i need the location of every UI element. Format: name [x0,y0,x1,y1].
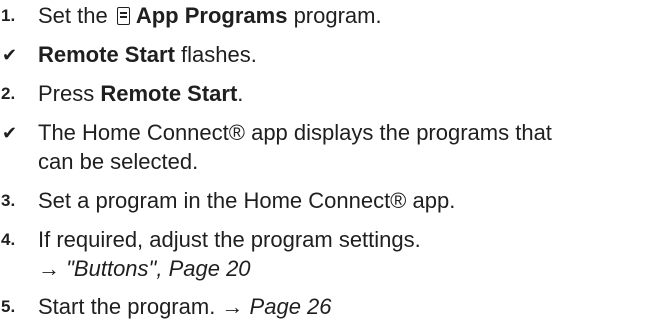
result-text-line-2: can be selected. [38,149,199,174]
step-number: 1. [1,6,16,25]
checkmark-icon: ✔ [2,123,18,143]
step-text: If required, adjust the program settings… [38,227,421,252]
step-number: 5. [1,297,16,316]
checkmark-icon: ✔ [2,45,18,65]
step-number: 3. [1,191,16,210]
arrow-right-icon: → [38,256,60,281]
app-programs-label: App Programs [135,3,288,28]
remote-start-label: Remote Start [38,42,175,67]
page-link[interactable]: Page 26 [250,294,332,319]
step-number: 4. [1,230,16,249]
step-text: Set the App Programs program. [38,3,382,28]
step-text: Set a program in the Home Connect® app. [38,188,456,213]
step-text: Start the program. → Page 26 [38,294,332,319]
app-programs-icon [116,7,130,25]
step-number: 2. [1,84,16,103]
page-link[interactable]: "Buttons", Page 20 [66,256,250,281]
cross-reference: → "Buttons", Page 20 [38,256,251,282]
result-text-line-1: The Home Connect® app displays the progr… [38,120,552,145]
result-text: Remote Start flashes. [38,42,257,67]
step-text: Press Remote Start. [38,81,244,106]
remote-start-label: Remote Start [100,81,238,106]
instruction-list: 1. Set the App Programs program. ✔ Remot… [0,0,665,326]
